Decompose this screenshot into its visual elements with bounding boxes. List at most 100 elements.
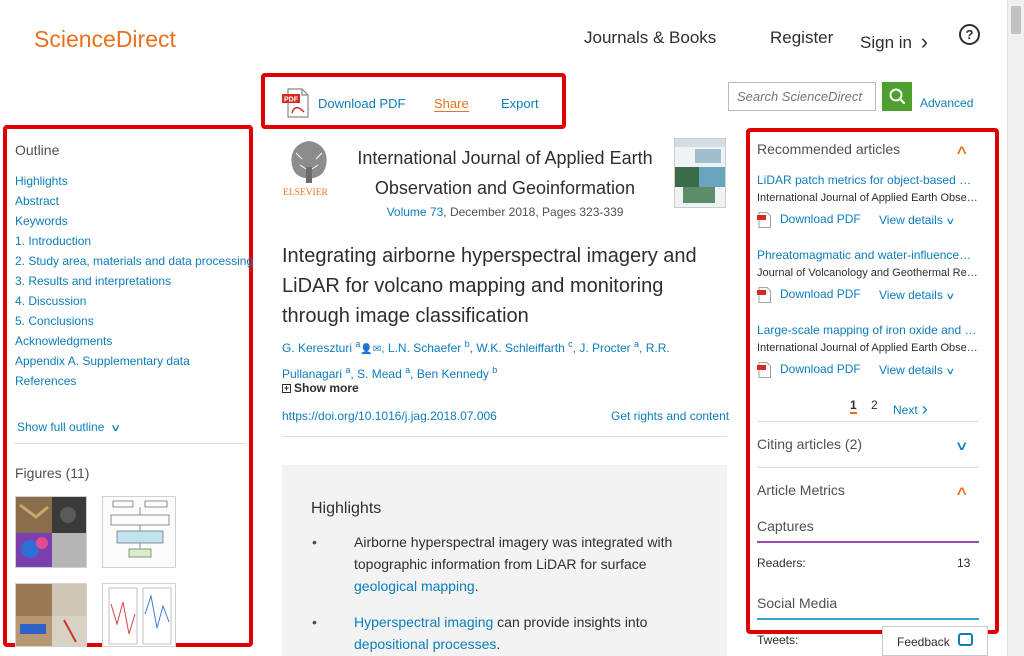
show-full-outline-label: Show full outline [17, 420, 105, 434]
outline-item[interactable]: Abstract [15, 194, 253, 214]
outline-item[interactable]: Highlights [15, 174, 253, 194]
figure-image [16, 497, 86, 567]
journal-cover-image [675, 139, 725, 207]
show-full-outline-button[interactable]: Show full outline ∨ [17, 420, 122, 434]
svg-text:PDF: PDF [284, 97, 299, 104]
topic-link[interactable]: geological mapping [354, 578, 475, 594]
nav-sign-in[interactable]: Sign in › [860, 28, 928, 54]
view-details-button[interactable]: View details ∨ [879, 363, 956, 377]
volume-link[interactable]: Volume 73 [387, 205, 444, 219]
figure-thumbnail[interactable] [15, 583, 87, 647]
pager-page-2[interactable]: 2 [871, 398, 878, 412]
figures-title: Figures (11) [15, 465, 90, 481]
recommended-article-link[interactable]: Phreatomagmatic and water-influenced eru… [757, 248, 977, 262]
chevron-down-icon: ∨ [110, 423, 122, 434]
chat-bubble-icon [958, 633, 973, 646]
highlight-text: can provide insights into [493, 614, 648, 630]
outline-item[interactable]: 3. Results and interpretations [15, 274, 253, 294]
outline-item[interactable]: References [15, 374, 253, 394]
author-link[interactable]: L.N. Schaefer [388, 341, 461, 355]
pager-next-button[interactable]: Next › [893, 398, 928, 419]
show-more-button[interactable]: + Show more [282, 381, 359, 395]
author-link[interactable]: G. Kereszturi [282, 341, 352, 355]
recommended-download-pdf[interactable]: Download PDF [780, 287, 861, 301]
scrollbar-thumb[interactable] [1011, 6, 1021, 34]
figure-image [103, 497, 175, 567]
recommended-articles-title[interactable]: Recommended articles [757, 141, 900, 157]
divider [757, 421, 979, 422]
rights-link[interactable]: Get rights and content [611, 409, 729, 423]
divider [14, 443, 246, 444]
recommended-article-link[interactable]: LiDAR patch metrics for object-based clu… [757, 173, 977, 187]
elsevier-logo[interactable]: ELSEVIER [282, 137, 336, 199]
outline-item[interactable]: Appendix A. Supplementary data [15, 354, 253, 374]
volume-details: , December 2018, Pages 323-339 [443, 205, 624, 219]
plus-box-icon: + [282, 383, 291, 394]
outline-item[interactable]: 4. Discussion [15, 294, 253, 314]
pdf-icon [757, 362, 771, 378]
journal-volume-info: Volume 73, December 2018, Pages 323-339 [346, 205, 664, 219]
sciencedirect-logo[interactable]: ScienceDirect [34, 26, 176, 53]
topic-link[interactable]: Hyperspectral imaging [354, 614, 493, 630]
search-button[interactable] [882, 82, 912, 111]
figure-image [16, 584, 86, 646]
doi-link[interactable]: https://doi.org/10.1016/j.jag.2018.07.00… [282, 409, 497, 423]
recommended-download-pdf[interactable]: Download PDF [780, 362, 861, 376]
vertical-scrollbar[interactable] [1007, 0, 1024, 656]
highlight-text: Airborne hyperspectral imagery was integ… [354, 534, 673, 572]
article-metrics-title[interactable]: Article Metrics [757, 482, 845, 498]
advanced-search-link[interactable]: Advanced [920, 96, 973, 110]
affiliation-sup: a [345, 365, 351, 375]
view-details-button[interactable]: View details ∨ [879, 213, 955, 227]
figure-thumbnail[interactable] [15, 496, 87, 568]
affiliation-sup: c [568, 339, 573, 349]
nav-journals-books[interactable]: Journals & Books [584, 28, 716, 48]
chevron-down-icon[interactable]: ∨ [955, 438, 969, 454]
affiliation-sup: a [634, 339, 640, 349]
outline-item[interactable]: 5. Conclusions [15, 314, 253, 334]
author-link[interactable]: W.K. Schleiffarth [476, 341, 564, 355]
recommended-article-link[interactable]: Large-scale mapping of iron oxide and hy… [757, 323, 977, 337]
figure-thumbnail[interactable] [102, 583, 176, 647]
highlights-title: Highlights [311, 500, 382, 517]
chevron-down-icon: ∨ [945, 366, 956, 376]
outline-item[interactable]: Keywords [15, 214, 253, 234]
recommended-article-journal: Journal of Volcanology and Geothermal Re… [757, 267, 979, 279]
journal-title[interactable]: International Journal of Applied Earth O… [346, 143, 664, 203]
highlight-item: Hyperspectral imaging can provide insigh… [354, 611, 709, 655]
chevron-up-icon[interactable]: ∧ [955, 142, 969, 158]
pager-page-1[interactable]: 1 [850, 398, 857, 414]
nav-register[interactable]: Register [770, 28, 833, 48]
search-input[interactable] [728, 82, 876, 111]
outline-item[interactable]: Acknowledgments [15, 334, 253, 354]
download-pdf-link[interactable]: Download PDF [318, 96, 405, 111]
chevron-up-icon[interactable]: ∧ [955, 483, 969, 499]
view-details-button[interactable]: View details ∨ [879, 288, 956, 302]
tweets-label: Tweets: [757, 633, 799, 647]
topic-link[interactable]: depositional processes [354, 636, 496, 652]
highlight-text-end: . [474, 578, 479, 594]
export-link[interactable]: Export [501, 96, 539, 111]
author-link[interactable]: J. Procter [579, 341, 630, 355]
pdf-icon[interactable]: PDF [282, 88, 310, 118]
readers-label: Readers: [757, 556, 806, 570]
journal-title-line-1: International Journal of Applied Earth [357, 148, 653, 168]
help-icon[interactable]: ? [959, 24, 980, 45]
outline-item[interactable]: 1. Introduction [15, 234, 253, 254]
journal-cover[interactable] [674, 138, 726, 208]
outline-item[interactable]: 2. Study area, materials and data proces… [15, 254, 253, 274]
journal-title-line-2: Observation and Geoinformation [374, 178, 636, 198]
social-media-title: Social Media [757, 595, 838, 611]
outline-title: Outline [15, 142, 60, 158]
citing-articles-title[interactable]: Citing articles (2) [757, 436, 862, 452]
recommended-download-pdf[interactable]: Download PDF [780, 212, 861, 226]
author-link[interactable]: Ben Kennedy [417, 367, 489, 381]
share-link[interactable]: Share [434, 96, 469, 112]
person-icon[interactable]: 👤 [360, 344, 372, 355]
email-icon[interactable]: ✉ [373, 344, 381, 355]
captures-title: Captures [757, 518, 814, 534]
figure-thumbnail[interactable] [102, 496, 176, 568]
chevron-down-icon: ∨ [945, 291, 956, 301]
author-link[interactable]: S. Mead [357, 367, 402, 381]
pager-next-label: Next [893, 403, 918, 417]
